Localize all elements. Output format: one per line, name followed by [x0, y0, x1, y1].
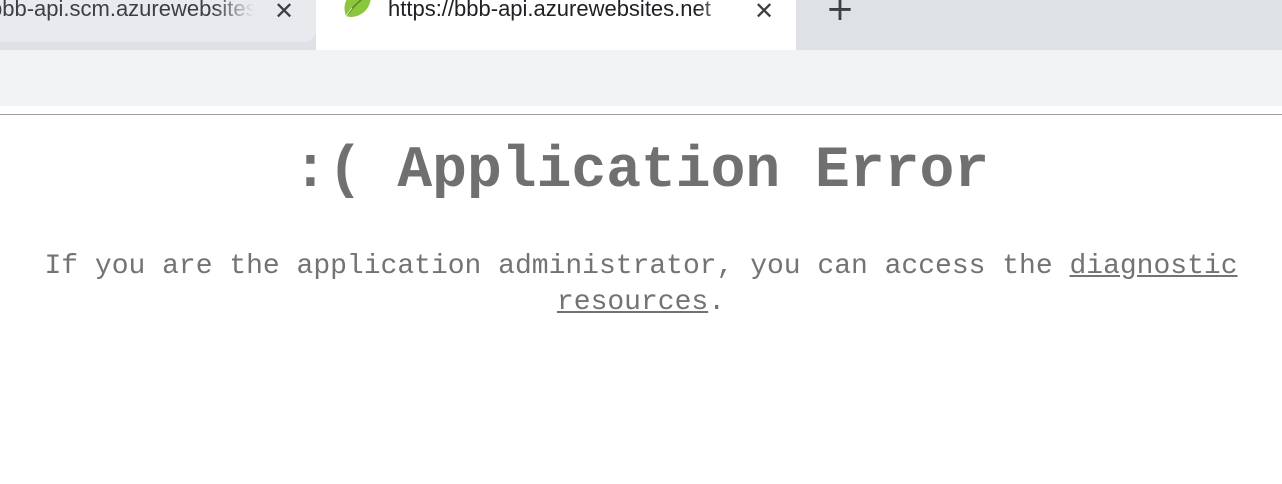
tab-strip: bbb-api.scm.azurewebsites.net ✕ https://…: [0, 0, 1282, 50]
page-content: :( Application Error If you are the appl…: [0, 115, 1282, 484]
close-icon[interactable]: ✕: [751, 0, 777, 24]
tab-bbb-api[interactable]: https://bbb-api.azurewebsites.net ✕: [316, 0, 796, 50]
browser-toolbar: [0, 50, 1282, 106]
tab-title: bbb-api.scm.azurewebsites.net: [0, 0, 254, 21]
error-message-period: .: [708, 287, 726, 318]
tab-scm[interactable]: bbb-api.scm.azurewebsites.net ✕: [0, 0, 316, 42]
page-title: :( Application Error: [292, 139, 990, 204]
close-icon[interactable]: ✕: [271, 0, 297, 24]
error-message-text: If you are the application administrator…: [44, 251, 1053, 282]
spring-leaf-icon: [340, 0, 374, 20]
tab-title: https://bbb-api.azurewebsites.net: [388, 0, 711, 21]
error-message: If you are the application administrator…: [40, 249, 1242, 321]
new-tab-plus-icon[interactable]: +: [822, 0, 858, 30]
